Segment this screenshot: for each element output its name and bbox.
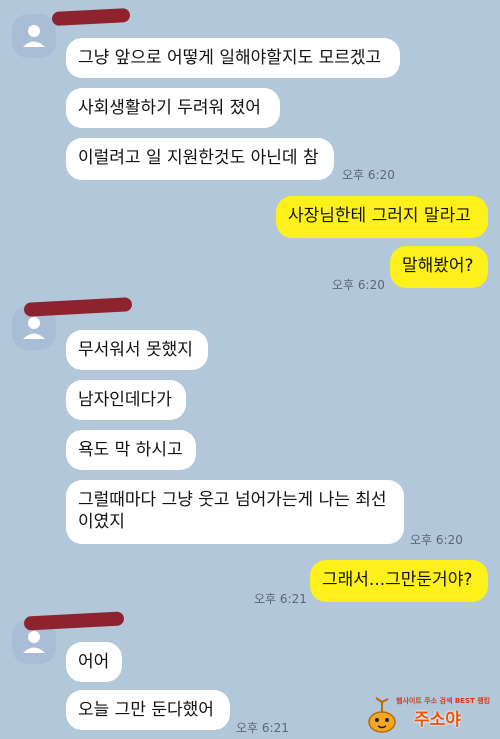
message-time: 오후 6:21	[236, 721, 289, 735]
message-time: 오후 6:20	[410, 533, 463, 547]
message-bubble[interactable]: 그럴때마다 그냥 웃고 넘어가는게 나는 최선 이였지	[66, 480, 404, 544]
message-bubble[interactable]: 무서워서 못했지	[66, 330, 208, 370]
message-bubble[interactable]: 어어	[66, 642, 122, 682]
redacted-sender-name	[51, 7, 131, 27]
redacted-sender-name	[23, 297, 133, 317]
message-time: 오후 6:20	[332, 278, 385, 292]
message-time: 오후 6:20	[342, 168, 395, 182]
watermark-logo: 웹사이트 주소 검색 BEST 랭킹 주소야	[362, 694, 492, 734]
message-time: 오후 6:21	[254, 592, 307, 606]
profile-person-icon	[23, 25, 45, 47]
message-bubble[interactable]: 사회생활하기 두려워 졌어	[66, 88, 280, 128]
message-bubble[interactable]: 이럴려고 일 지원한것도 아닌데 참	[66, 138, 334, 180]
my-message-bubble[interactable]: 말해봤어?	[390, 246, 488, 288]
message-bubble[interactable]: 욕도 막 하시고	[66, 430, 196, 470]
my-message-bubble[interactable]: 그래서...그만둔거야?	[310, 560, 488, 602]
message-bubble[interactable]: 오늘 그만 둔다했어	[66, 690, 230, 730]
avatar[interactable]	[12, 14, 56, 58]
message-bubble[interactable]: 그냥 앞으로 어떻게 일해야할지도 모르겠고	[66, 38, 400, 78]
watermark-brand: 주소야	[414, 710, 461, 730]
redacted-sender-name	[23, 611, 125, 631]
my-message-bubble[interactable]: 사장님한테 그러지 말라고	[276, 196, 488, 238]
message-bubble[interactable]: 남자인데다가	[66, 380, 186, 420]
